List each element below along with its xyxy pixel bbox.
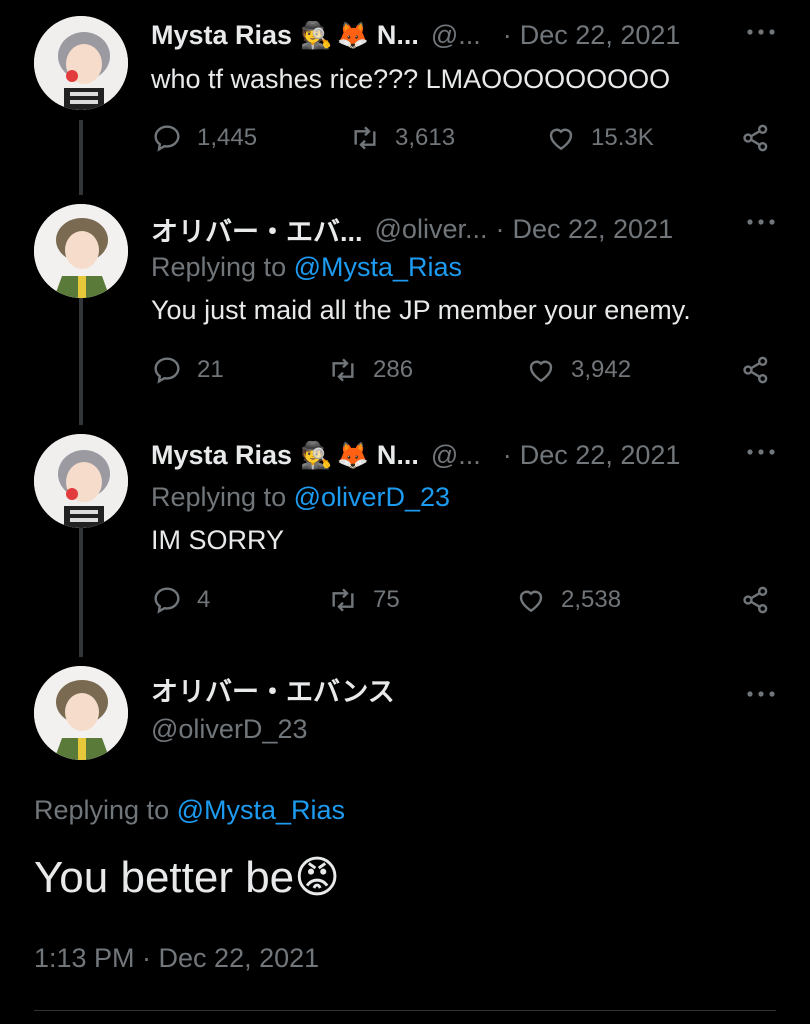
tweet-date[interactable]: Dec 22, 2021 (520, 440, 681, 471)
main-tweet-text: You better be 😡 (34, 852, 340, 903)
retweet-count: 286 (373, 356, 414, 383)
retweet-icon (332, 588, 354, 612)
avatar-mysta[interactable] (34, 16, 128, 110)
reply-icon (154, 587, 180, 614)
tweet-text: who tf washes rice??? LMAOOOOOOOOO (151, 64, 671, 94)
timestamp[interactable]: 1:13 PM · Dec 22, 2021 (34, 943, 319, 974)
spy-emoji: 🕵 (300, 20, 333, 50)
author-handle[interactable]: @oliver... (375, 214, 488, 245)
fox-emoji: 🦊 (336, 20, 369, 50)
reply-count: 4 (197, 586, 211, 613)
author-name[interactable]: オリバー・エバ... (151, 210, 363, 249)
tweet-date[interactable]: Dec 22, 2021 (512, 214, 673, 245)
separator-dot: · (502, 20, 512, 50)
mention-link[interactable]: @Mysta_Rias (294, 252, 462, 282)
separator-dot: · (502, 440, 512, 470)
author-handle[interactable]: @... (431, 20, 481, 51)
tweet-3[interactable]: Mysta Rias 🕵 🦊 N... @... · Dec 22, 2021 … (0, 420, 810, 660)
retweet-icon (354, 126, 376, 150)
like-button[interactable]: 3,942 (525, 354, 631, 386)
tweet-1[interactable]: Mysta Rias 🕵 🦊 N... @... · Dec 22, 2021 … (0, 0, 810, 190)
like-count: 2,538 (561, 586, 622, 613)
retweet-button[interactable]: 3,613 (349, 122, 455, 154)
mention-link[interactable]: @oliverD_23 (294, 482, 450, 512)
avatar-mysta[interactable] (34, 434, 128, 528)
like-count: 15.3K (591, 124, 654, 151)
more-icon[interactable] (746, 444, 776, 464)
like-icon (519, 590, 543, 613)
fox-emoji: 🦊 (336, 440, 369, 470)
author-handle[interactable]: @... (431, 440, 481, 471)
author-name[interactable]: Mysta Rias (151, 20, 292, 51)
author-name-suffix: N... (376, 20, 419, 50)
replying-to: Replying to @Mysta_Rias (151, 252, 463, 282)
tweet-2[interactable]: オリバー・エバ... @oliver... · Dec 22, 2021 Rep… (0, 190, 810, 430)
replying-to: Replying to @Mysta_Rias (34, 795, 346, 825)
like-button[interactable]: 15.3K (545, 122, 654, 154)
retweet-button[interactable]: 286 (327, 354, 413, 386)
divider (34, 1010, 776, 1011)
main-author-handle[interactable]: @oliverD_23 (151, 714, 307, 745)
main-author-name[interactable]: オリバー・エバンス (151, 670, 395, 709)
tweet-text: You just maid all the JP member your ene… (151, 295, 691, 325)
retweet-count: 75 (373, 586, 400, 613)
share-button[interactable] (740, 354, 772, 386)
reply-count: 1,445 (197, 124, 258, 151)
reply-icon (154, 357, 180, 384)
more-icon[interactable] (746, 686, 776, 706)
avatar-oliver[interactable] (34, 666, 128, 760)
retweet-count: 3,613 (395, 124, 456, 151)
avatar-oliver[interactable] (34, 204, 128, 298)
more-icon[interactable] (746, 24, 776, 44)
retweet-icon (332, 358, 354, 382)
mention-link[interactable]: @Mysta_Rias (177, 795, 345, 825)
reply-icon (154, 125, 180, 152)
replying-to: Replying to @oliverD_23 (151, 482, 451, 512)
angry-face-emoji: 😡 (294, 853, 341, 902)
spy-emoji: 🕵 (300, 440, 333, 470)
author-name[interactable]: Mysta Rias (151, 440, 292, 471)
tweet-date[interactable]: Dec 22, 2021 (520, 20, 681, 51)
reply-count: 21 (197, 356, 224, 383)
share-icon (743, 356, 768, 384)
like-icon (529, 360, 553, 383)
reply-button[interactable]: 21 (151, 354, 224, 386)
like-icon (549, 128, 573, 151)
author-name-suffix: N... (376, 440, 419, 470)
share-button[interactable] (740, 122, 772, 154)
like-button[interactable]: 2,538 (515, 584, 621, 616)
main-text-body: You better be (34, 852, 295, 902)
share-icon (743, 124, 768, 152)
separator-dot: · (495, 214, 505, 244)
more-icon[interactable] (746, 214, 776, 234)
reply-button[interactable]: 4 (151, 584, 210, 616)
retweet-button[interactable]: 75 (327, 584, 400, 616)
share-button[interactable] (740, 584, 772, 616)
tweet-text: IM SORRY (151, 525, 285, 555)
reply-button[interactable]: 1,445 (151, 122, 257, 154)
share-icon (743, 586, 768, 614)
like-count: 3,942 (571, 356, 632, 383)
